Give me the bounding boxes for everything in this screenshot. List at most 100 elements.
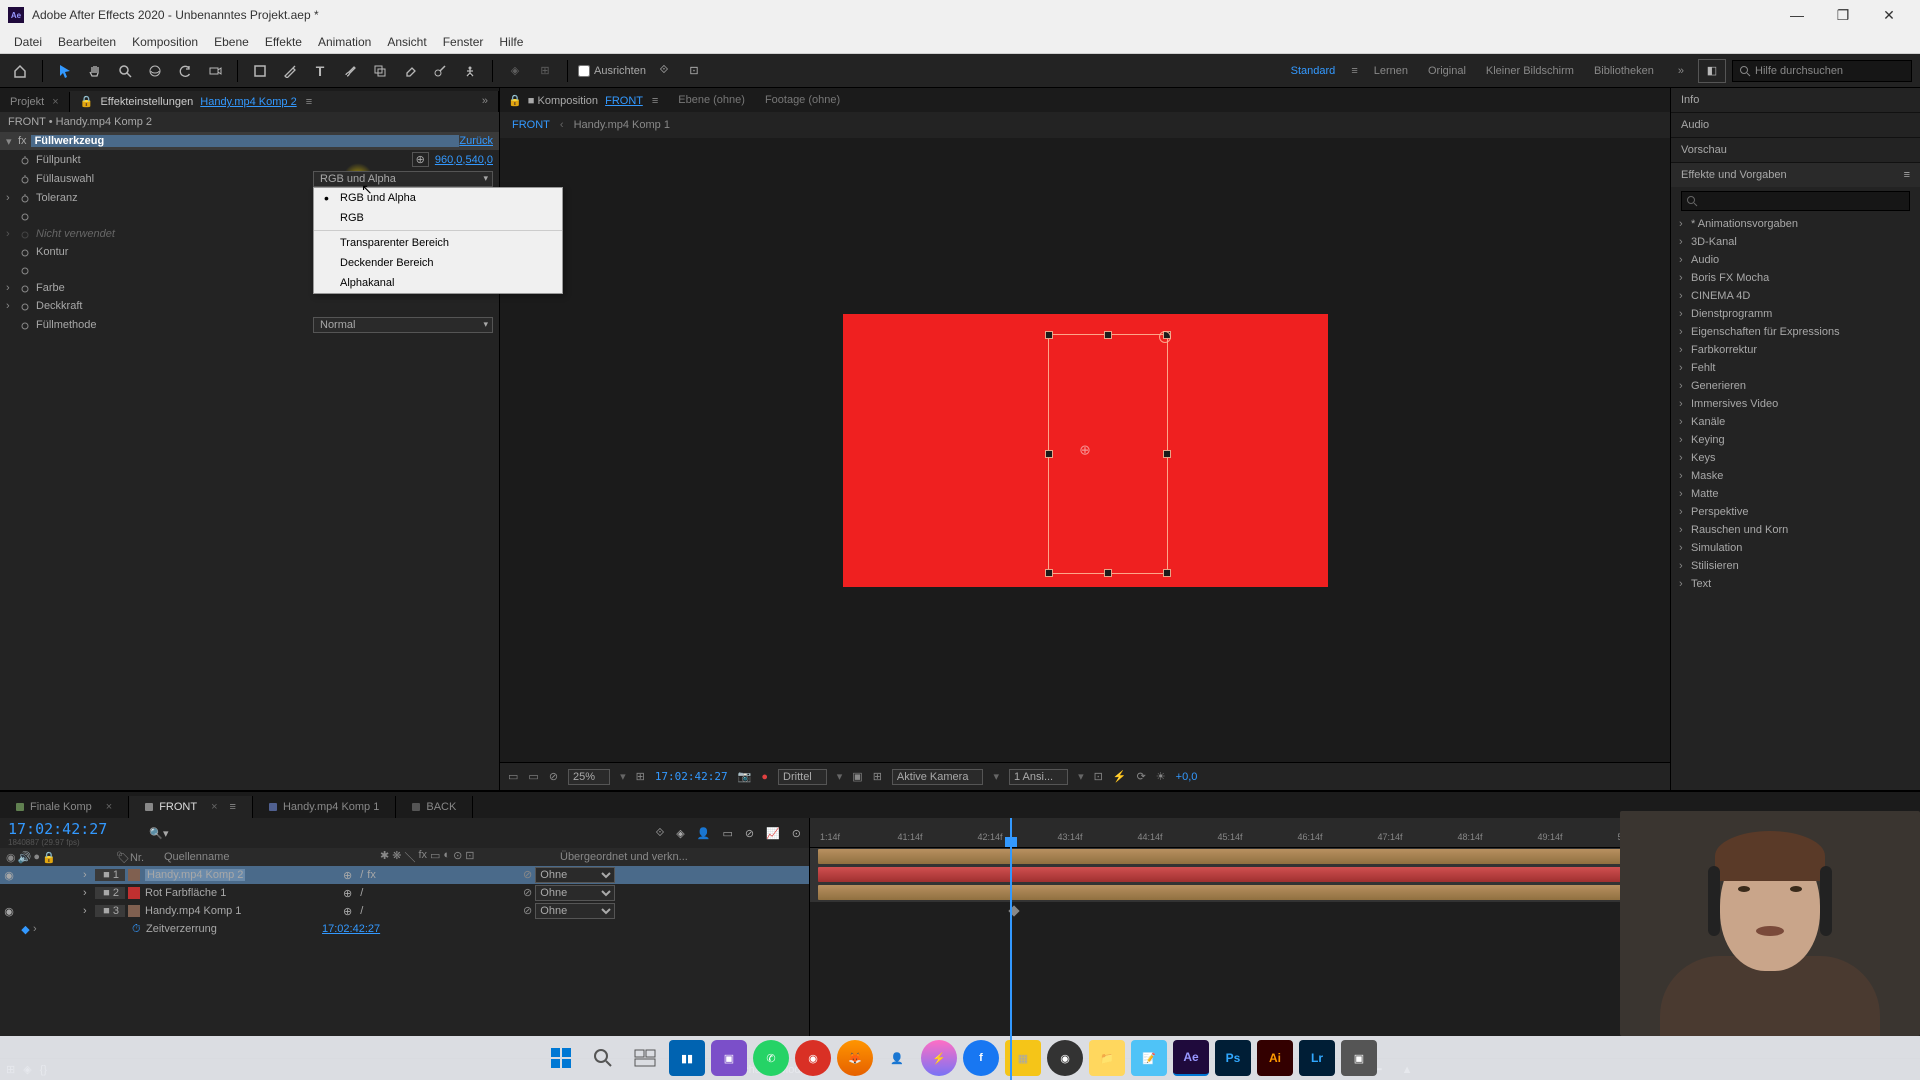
crumb-comp[interactable]: Handy.mp4 Komp 1 xyxy=(574,119,670,131)
dropdown-opt[interactable]: RGB xyxy=(314,208,562,228)
menu-komposition[interactable]: Komposition xyxy=(124,32,206,52)
workspace-overflow-icon[interactable]: » xyxy=(1670,65,1692,77)
camera-dropdown[interactable]: Aktive Kamera xyxy=(892,769,984,785)
viewer-timecode[interactable]: 17:02:42:27 xyxy=(655,770,728,783)
effect-category[interactable]: Matte xyxy=(1671,485,1920,503)
workspace-menu-icon[interactable]: ≡ xyxy=(1351,65,1357,77)
crosshair-icon[interactable]: ⊕ xyxy=(412,152,429,167)
app2-icon[interactable]: ▣ xyxy=(711,1040,747,1076)
panel-preview[interactable]: Vorschau xyxy=(1671,138,1920,163)
windows-taskbar[interactable]: ▮▮ ▣ ✆ ◉ 🦊 👤 ⚡ f ▦ ◉ 📁 📝 Ae Ps Ai Lr ▣ xyxy=(0,1036,1920,1080)
color-col-icon[interactable]: 🏷 xyxy=(116,852,130,864)
selection-bounds[interactable] xyxy=(1048,334,1168,574)
solo-col-icon[interactable]: ● xyxy=(33,851,40,864)
brush-tool-icon[interactable] xyxy=(338,59,362,83)
stopwatch-icon[interactable] xyxy=(18,191,32,205)
hand-tool-icon[interactable] xyxy=(83,59,107,83)
reset-link[interactable]: Zurück xyxy=(459,135,493,147)
lr-taskbar-icon[interactable]: Lr xyxy=(1299,1040,1335,1076)
taskview-icon[interactable] xyxy=(627,1040,663,1076)
effect-category[interactable]: Simulation xyxy=(1671,539,1920,557)
orbit-tool-icon[interactable] xyxy=(143,59,167,83)
stopwatch-icon[interactable] xyxy=(18,172,32,186)
fast-preview-icon[interactable]: ⚡ xyxy=(1113,770,1127,783)
workspace-active[interactable]: Standard xyxy=(1281,65,1346,77)
clone-tool-icon[interactable] xyxy=(368,59,392,83)
menu-animation[interactable]: Animation xyxy=(310,32,379,52)
col-name[interactable]: Quellenname xyxy=(160,851,380,863)
effect-category[interactable]: 3D-Kanal xyxy=(1671,233,1920,251)
puppet-tool-icon[interactable] xyxy=(458,59,482,83)
speaker-col-icon[interactable]: 🔊 xyxy=(18,851,32,864)
keyframe-nav-icon[interactable]: ◆ xyxy=(18,923,33,936)
panel-info[interactable]: Info xyxy=(1671,88,1920,113)
tab-effect-controls[interactable]: 🔒 Effekteinstellungen Handy.mp4 Komp 2 ≡… xyxy=(70,91,499,112)
workspace-bibliotheken[interactable]: Bibliotheken xyxy=(1584,65,1664,77)
menu-ansicht[interactable]: Ansicht xyxy=(379,32,434,52)
refine-icon[interactable]: ⊞ xyxy=(533,59,557,83)
effect-category[interactable]: Generieren xyxy=(1671,377,1920,395)
workspace-kleiner-bildschirm[interactable]: Kleiner Bildschirm xyxy=(1476,65,1584,77)
effect-category[interactable]: Audio xyxy=(1671,251,1920,269)
help-search[interactable]: Hilfe durchsuchen xyxy=(1732,60,1912,82)
effect-category[interactable]: Immersives Video xyxy=(1671,395,1920,413)
tl-shy-icon[interactable]: 👤 xyxy=(697,827,711,840)
exposure-value[interactable]: +0,0 xyxy=(1176,771,1198,783)
prop-deckkraft[interactable]: › Deckkraft xyxy=(0,297,499,315)
effect-category[interactable]: Maske xyxy=(1671,467,1920,485)
display-channel-icon[interactable]: ▭ xyxy=(508,770,518,783)
dropdown-opt[interactable]: Transparenter Bereich xyxy=(314,233,562,253)
menu-bearbeiten[interactable]: Bearbeiten xyxy=(50,32,124,52)
lock-col-icon[interactable]: 🔒 xyxy=(42,851,56,864)
messenger-icon[interactable]: ⚡ xyxy=(921,1040,957,1076)
firefox-icon[interactable]: 🦊 xyxy=(837,1040,873,1076)
search-taskbar-icon[interactable] xyxy=(585,1040,621,1076)
mask-icon[interactable]: ⊘ xyxy=(549,770,558,783)
zoom-tool-icon[interactable] xyxy=(113,59,137,83)
blendmode-dropdown[interactable]: Normal xyxy=(313,317,493,333)
tl-autokf-icon[interactable]: ⊙ xyxy=(792,827,801,840)
workspace-original[interactable]: Original xyxy=(1418,65,1476,77)
tl-opt2-icon[interactable]: ◈ xyxy=(676,827,684,840)
resolution-icon[interactable]: ⊞ xyxy=(636,770,645,783)
effect-category[interactable]: Kanäle xyxy=(1671,413,1920,431)
pixel-aspect-icon[interactable]: ⊡ xyxy=(1094,770,1103,783)
mesh-icon[interactable]: ◈ xyxy=(503,59,527,83)
viewer-tab-footage[interactable]: Footage (ohne) xyxy=(765,94,840,106)
ae-taskbar-icon[interactable]: Ae xyxy=(1173,1040,1209,1076)
menu-ebene[interactable]: Ebene xyxy=(206,32,257,52)
ai-taskbar-icon[interactable]: Ai xyxy=(1257,1040,1293,1076)
crumb-front[interactable]: FRONT xyxy=(512,119,550,131)
menu-effekte[interactable]: Effekte xyxy=(257,32,310,52)
effect-category[interactable]: Keys xyxy=(1671,449,1920,467)
panel-effects-header[interactable]: Effekte und Vorgaben≡ xyxy=(1671,163,1920,187)
menu-datei[interactable]: Datei xyxy=(6,32,50,52)
start-icon[interactable] xyxy=(543,1040,579,1076)
effect-category[interactable]: Farbkorrektur xyxy=(1671,341,1920,359)
timeline-tab[interactable]: BACK xyxy=(396,796,473,818)
fullauswahl-dropdown[interactable]: RGB und Alpha RGB und AlphaRGBTransparen… xyxy=(313,171,493,187)
col-parent[interactable]: Übergeordnet und verkn... xyxy=(560,851,690,863)
tab-project[interactable]: Projekt× xyxy=(0,92,70,112)
snapshot-icon[interactable]: 📷 xyxy=(738,770,752,783)
current-timecode[interactable]: 17:02:42:27 xyxy=(8,820,107,838)
pen-tool-icon[interactable] xyxy=(278,59,302,83)
app3-icon[interactable]: ◉ xyxy=(795,1040,831,1076)
minimize-button[interactable]: — xyxy=(1774,0,1820,30)
workspace-lernen[interactable]: Lernen xyxy=(1364,65,1418,77)
views-dropdown[interactable]: 1 Ansi... xyxy=(1009,769,1068,785)
effect-category[interactable]: Stilisieren xyxy=(1671,557,1920,575)
effect-category[interactable]: Keying xyxy=(1671,431,1920,449)
viewer-tab-comp[interactable]: 🔒 ■ Komposition FRONT ≡ xyxy=(508,94,658,107)
effect-category[interactable]: Perspektive xyxy=(1671,503,1920,521)
effect-category[interactable]: Boris FX Mocha xyxy=(1671,269,1920,287)
tl-motionblur-icon[interactable]: ⊘ xyxy=(745,827,754,840)
roi-icon[interactable]: ▣ xyxy=(852,770,862,783)
timeline-layer[interactable]: ◉›■ 3Handy.mp4 Komp 1⊕/⊘ Ohne xyxy=(0,902,809,920)
exposure-icon[interactable]: ☀ xyxy=(1156,770,1166,783)
3d-icon[interactable]: ⟳ xyxy=(1137,770,1146,783)
snap-grid-icon[interactable]: ⊡ xyxy=(682,59,706,83)
cti[interactable] xyxy=(1010,818,1012,1080)
shape-tool-icon[interactable] xyxy=(248,59,272,83)
ps-taskbar-icon[interactable]: Ps xyxy=(1215,1040,1251,1076)
